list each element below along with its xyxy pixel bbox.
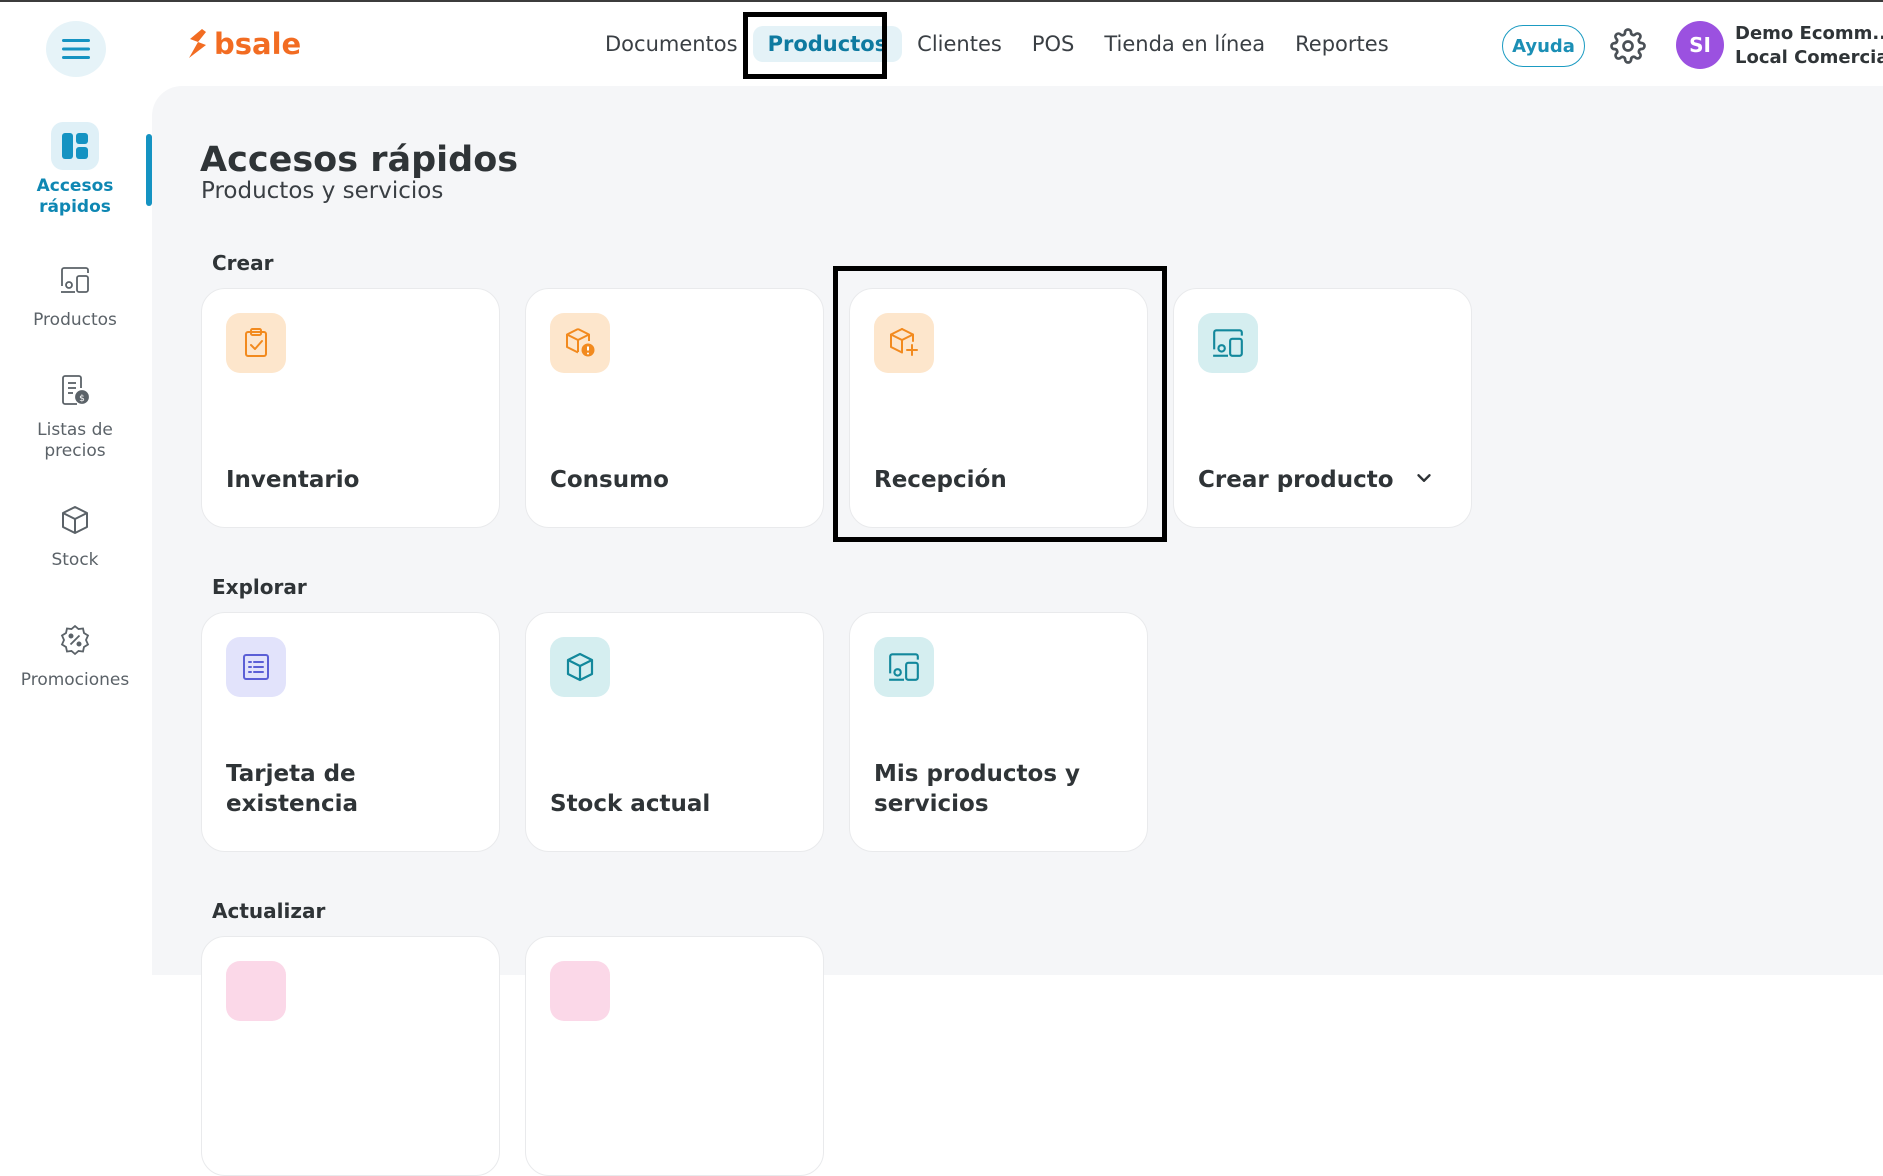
card-label: Consumo [550,467,669,493]
nav-clientes[interactable]: Clientes [902,26,1017,62]
card-crear-producto[interactable]: Crear producto [1173,288,1472,528]
card-mis-productos-y-servicios[interactable]: Mis productos y servicios [849,612,1148,852]
sidebar-item-label: Accesos rápidos [36,176,114,217]
card-consumo[interactable]: Consumo [525,288,824,528]
card-actualizar-2[interactable] [525,936,824,1176]
chevron-down-icon[interactable] [1413,467,1435,489]
user-company: Local Comercial [1735,47,1883,68]
nav-pos[interactable]: POS [1017,26,1090,62]
main-nav: Documentos Productos Clientes POS Tienda… [590,26,1404,62]
card-label: Inventario [226,467,360,493]
devices-icon [51,256,99,304]
list-card-icon [226,637,286,697]
nav-tienda-en-linea[interactable]: Tienda en línea [1089,26,1280,62]
devices-icon [874,637,934,697]
hamburger-menu-button[interactable] [46,21,106,77]
user-menu[interactable]: Demo Ecomm... Local Comercial [1735,22,1883,70]
card-tarjeta-de-existencia[interactable]: Tarjeta de existencia [201,612,500,852]
card-label: Stock actual [550,791,711,817]
avatar[interactable]: SI [1676,21,1724,69]
logo-text: bsale [214,27,302,61]
sidebar-item-label: Stock [51,550,99,570]
dashboard-icon [51,122,99,170]
user-name: Demo Ecomm... [1735,23,1883,44]
nav-reportes[interactable]: Reportes [1280,26,1403,62]
card-label: Crear producto [1198,467,1394,493]
svg-text:$: $ [79,394,85,404]
hamburger-icon [62,39,90,59]
clipboard-check-icon [226,313,286,373]
box-alert-icon [550,313,610,373]
card-highlight-box [833,266,1167,542]
sidebar-item-accesos-rapidos[interactable]: Accesos rápidos [0,122,150,218]
section-title-explorar: Explorar [212,575,307,599]
sidebar-item-stock[interactable]: Stock [0,496,150,571]
top-header: bsale Documentos Productos Clientes POS … [0,2,1883,86]
bsale-logo[interactable]: bsale [186,27,301,61]
sidebar-item-productos[interactable]: Productos [0,256,150,331]
section-title-crear: Crear [212,251,274,275]
price-list-icon: $ [51,366,99,414]
nav-highlight-box [743,12,887,79]
card-stock-actual[interactable]: Stock actual [525,612,824,852]
unknown-icon [550,961,610,1021]
help-button[interactable]: Ayuda [1502,25,1585,67]
card-inventario[interactable]: Inventario [201,288,500,528]
bsale-logo-icon [189,29,206,58]
sidebar-item-label: Promociones [20,670,130,690]
box-icon [550,637,610,697]
section-title-actualizar: Actualizar [212,899,326,923]
sidebar: Accesos rápidos Productos $ Listas de pr… [0,86,152,975]
discount-badge-icon [51,616,99,664]
sidebar-item-listas-de-precios[interactable]: $ Listas de precios [0,366,150,462]
page-subtitle: Productos y servicios [201,178,444,204]
card-label: Mis productos y servicios [874,761,1081,817]
sidebar-item-label: Listas de precios [37,420,113,461]
page-title: Accesos rápidos [200,140,519,180]
gear-icon[interactable] [1610,28,1646,64]
card-actualizar-1[interactable] [201,936,500,1176]
card-label: Tarjeta de existencia [226,761,359,817]
unknown-icon [226,961,286,1021]
nav-documentos[interactable]: Documentos [590,26,753,62]
box-icon [51,496,99,544]
devices-icon [1198,313,1258,373]
sidebar-item-label: Productos [33,310,117,330]
sidebar-item-promociones[interactable]: Promociones [0,616,150,691]
